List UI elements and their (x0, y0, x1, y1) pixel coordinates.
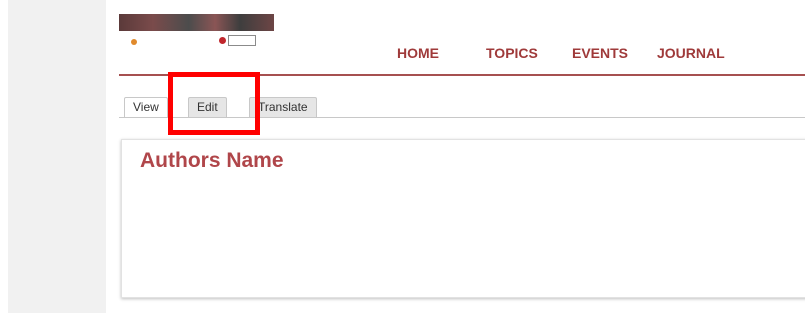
site-logo-banner[interactable] (119, 14, 274, 52)
content-card: Authors Name (121, 139, 805, 298)
partner-logo-icon (219, 37, 226, 44)
edit-tab-highlight (168, 72, 260, 135)
tab-view[interactable]: View (124, 97, 168, 118)
nav-item-events[interactable]: EVENTS (572, 45, 628, 61)
logo-emblem-icon (131, 39, 137, 45)
banner-strip (119, 14, 274, 31)
left-gutter (8, 0, 106, 313)
page-title: Authors Name (140, 149, 284, 172)
nav-item-journal[interactable]: JOURNAL (657, 45, 725, 61)
nav-item-home[interactable]: HOME (397, 45, 439, 61)
nav-item-topics[interactable]: TOPICS (486, 45, 538, 61)
partner-logo-box (228, 35, 256, 46)
